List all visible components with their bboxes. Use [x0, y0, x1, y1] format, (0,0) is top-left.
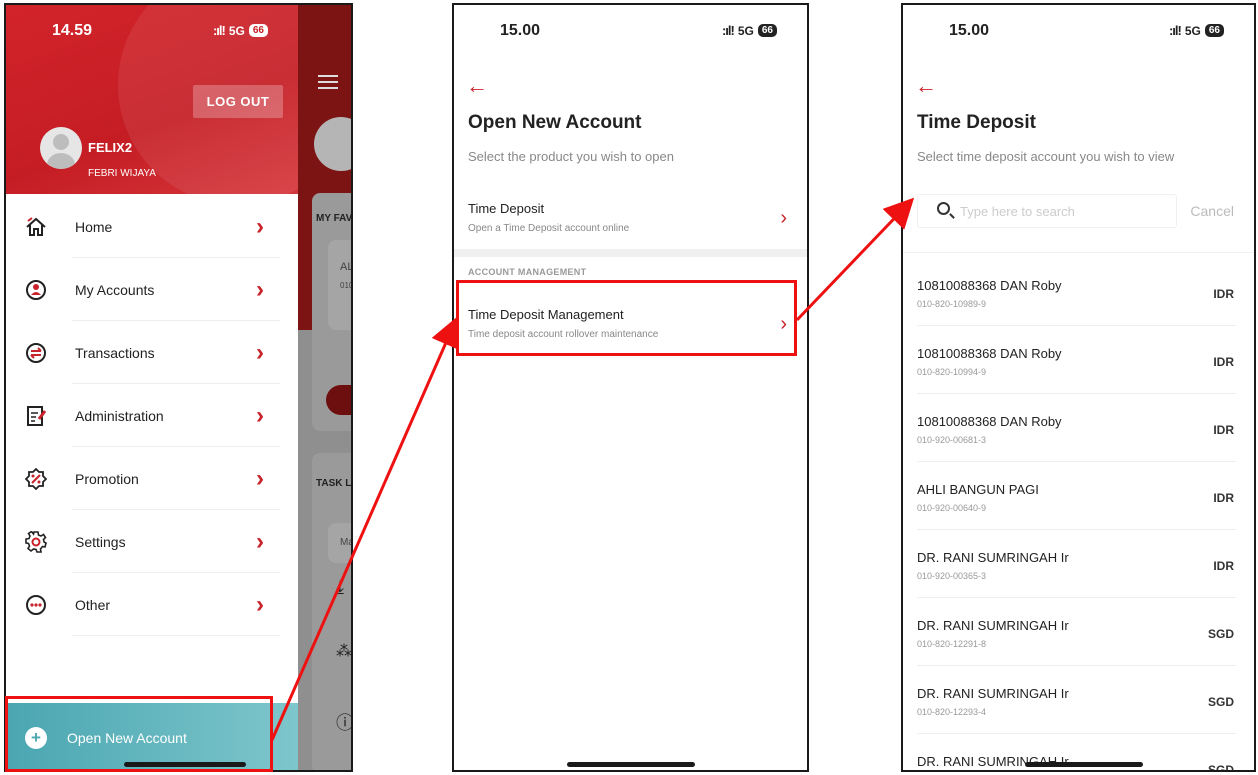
- search-input[interactable]: [960, 201, 1160, 221]
- battery-icon: 66: [757, 24, 777, 37]
- avatar: [40, 127, 82, 169]
- menu-item-other[interactable]: Other ›: [6, 573, 298, 636]
- list-item[interactable]: DR. RANI SUMRINGAH Ir 010-820-12291-8 SG…: [903, 598, 1254, 666]
- page-subtitle: Select the product you wish to open: [468, 149, 674, 164]
- chevron-right-icon: ›: [256, 464, 264, 492]
- chevron-right-icon: ›: [780, 207, 787, 229]
- list-item[interactable]: AHLI BANGUN PAGI 010-920-00640-9 IDR: [903, 462, 1254, 530]
- account-icon: [25, 279, 47, 301]
- clipboard-icon: [25, 405, 47, 427]
- discount-badge-icon: [25, 467, 47, 490]
- user-name: FELIX2: [88, 140, 133, 155]
- screen-menu-drawer: MY FAV ALI 010- TASK L Ma ⤓ ⁂ ⓘ 14.59 :ı…: [4, 3, 353, 772]
- download-icon: ⤓: [336, 577, 344, 597]
- status-bar: 14.59 :ıl! 5G 66: [6, 5, 298, 55]
- page-subtitle: Select time deposit account you wish to …: [917, 149, 1175, 164]
- drawer-menu: Home › My Accounts › Transactions › Admi…: [6, 195, 298, 636]
- menu-item-home[interactable]: Home ›: [6, 195, 298, 258]
- status-time: 14.59: [52, 22, 93, 39]
- transfer-icon: [25, 342, 47, 364]
- list-item[interactable]: DR. RANI SUMRINGAH Ir 010-920-00365-3 ID…: [903, 530, 1254, 598]
- home-indicator: [567, 762, 695, 767]
- home-indicator: [1025, 762, 1143, 767]
- status-bar: 15.00 :ıl! 5G 66: [454, 5, 807, 55]
- highlight-time-deposit-management: [456, 280, 797, 356]
- drawer-header: 14.59 :ıl! 5G 66 LOG OUT FELIX2 FEBRI WI…: [6, 5, 298, 194]
- section-divider: [454, 249, 807, 257]
- status-bar: 15.00 :ıl! 5G 66: [903, 5, 1254, 55]
- hamburger-icon[interactable]: [318, 75, 338, 89]
- chevron-right-icon: ›: [256, 401, 264, 429]
- list-item[interactable]: 10810088368 DAN Roby 010-820-10989-9 IDR: [903, 258, 1254, 326]
- chevron-right-icon: ›: [256, 338, 264, 366]
- cancel-button[interactable]: Cancel: [1190, 203, 1234, 219]
- network-label: 5G: [737, 23, 754, 38]
- battery-icon: 66: [1204, 24, 1224, 37]
- menu-item-settings[interactable]: Settings ›: [6, 510, 298, 573]
- signal-icon: :ıl!: [1168, 23, 1182, 38]
- gear-icon: [25, 530, 47, 553]
- background-dashboard: MY FAV ALI 010- TASK L Ma ⤓ ⁂ ⓘ: [298, 5, 353, 770]
- status-time: 15.00: [500, 22, 541, 39]
- screen-open-new-account: 15.00 :ıl! 5G 66 ← Open New Account Sele…: [452, 3, 809, 772]
- search-box: [917, 194, 1177, 228]
- section-label: ACCOUNT MANAGEMENT: [468, 267, 587, 277]
- alert-icon: ⓘ: [336, 713, 353, 733]
- nodes-icon: ⁂: [336, 643, 352, 660]
- network-label: 5G: [228, 23, 245, 38]
- menu-item-promotion[interactable]: Promotion ›: [6, 447, 298, 510]
- battery-icon: 66: [248, 24, 268, 37]
- network-label: 5G: [1184, 23, 1201, 38]
- arrow-to-time-deposit: [795, 197, 915, 322]
- more-icon: [25, 594, 47, 616]
- list-item[interactable]: 10810088368 DAN Roby 010-820-10994-9 IDR: [903, 326, 1254, 394]
- signal-icon: :ıl!: [212, 23, 226, 38]
- highlight-open-new-account: [5, 696, 273, 772]
- signal-icon: :ıl!: [721, 23, 735, 38]
- chevron-right-icon: ›: [256, 212, 264, 240]
- chevron-right-icon: ›: [256, 590, 264, 618]
- list-item[interactable]: 10810088368 DAN Roby 010-920-00681-3 IDR: [903, 394, 1254, 462]
- menu-item-my-accounts[interactable]: My Accounts ›: [6, 258, 298, 321]
- screen-time-deposit: 15.00 :ıl! 5G 66 ← Time Deposit Select t…: [901, 3, 1256, 772]
- home-icon: [25, 216, 47, 238]
- list-item[interactable]: DR. RANI SUMRINGAH Ir 010-820-12293-4 SG…: [903, 666, 1254, 734]
- navigation-drawer: 14.59 :ıl! 5G 66 LOG OUT FELIX2 FEBRI WI…: [6, 5, 298, 770]
- user-fullname: FEBRI WIJAYA: [88, 168, 156, 179]
- chevron-right-icon: ›: [256, 275, 264, 303]
- page-title: Open New Account: [468, 112, 642, 133]
- back-arrow-icon[interactable]: ←: [466, 73, 488, 99]
- logout-button[interactable]: LOG OUT: [193, 85, 283, 118]
- chevron-right-icon: ›: [256, 527, 264, 555]
- menu-item-transactions[interactable]: Transactions ›: [6, 321, 298, 384]
- back-arrow-icon[interactable]: ←: [915, 73, 937, 99]
- menu-item-administration[interactable]: Administration ›: [6, 384, 298, 447]
- status-time: 15.00: [949, 22, 990, 39]
- page-title: Time Deposit: [917, 112, 1036, 133]
- search-icon: [937, 202, 950, 215]
- product-time-deposit[interactable]: Time Deposit Open a Time Deposit account…: [454, 197, 807, 247]
